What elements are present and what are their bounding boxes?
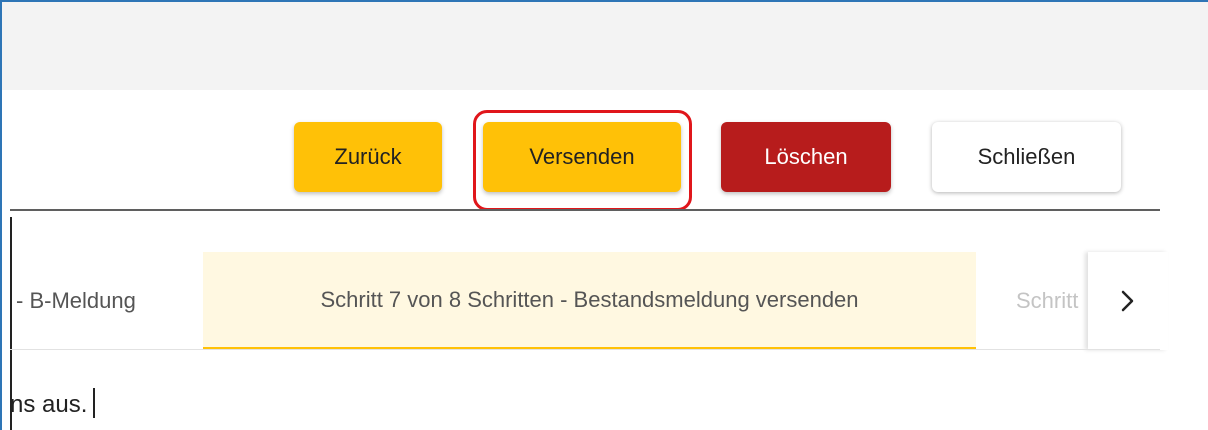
back-button[interactable]: Zurück: [294, 122, 442, 192]
delete-button[interactable]: Löschen: [721, 122, 891, 192]
top-bar: [2, 2, 1208, 90]
content-text: ns aus.: [10, 388, 96, 419]
close-button[interactable]: Schließen: [932, 122, 1121, 192]
app-window: Zurück Versenden Löschen Schließen - B-M…: [0, 0, 1208, 430]
toolbar-divider: [10, 209, 1160, 211]
step-tabs: - B-Meldung Schritt 7 von 8 Schritten - …: [10, 252, 1168, 350]
tab-previous-label: - B-Meldung: [16, 288, 136, 313]
tab-previous-step[interactable]: - B-Meldung: [10, 252, 205, 350]
tab-active-label: Schritt 7 von 8 Schritten - Bestandsmeld…: [320, 286, 859, 312]
chevron-right-icon: [1121, 290, 1134, 312]
tab-next-step[interactable]: Schritt: [1012, 252, 1090, 350]
content-text-value: ns aus.: [10, 391, 88, 418]
tab-active-step[interactable]: Schritt 7 von 8 Schritten - Bestandsmeld…: [203, 252, 976, 350]
tabs-scroll-right-button[interactable]: [1088, 252, 1168, 350]
tab-next-label: Schritt: [1016, 288, 1079, 313]
text-caret: [93, 388, 96, 418]
send-button[interactable]: Versenden: [483, 122, 681, 192]
tabs-bottom-line: [10, 349, 1160, 350]
